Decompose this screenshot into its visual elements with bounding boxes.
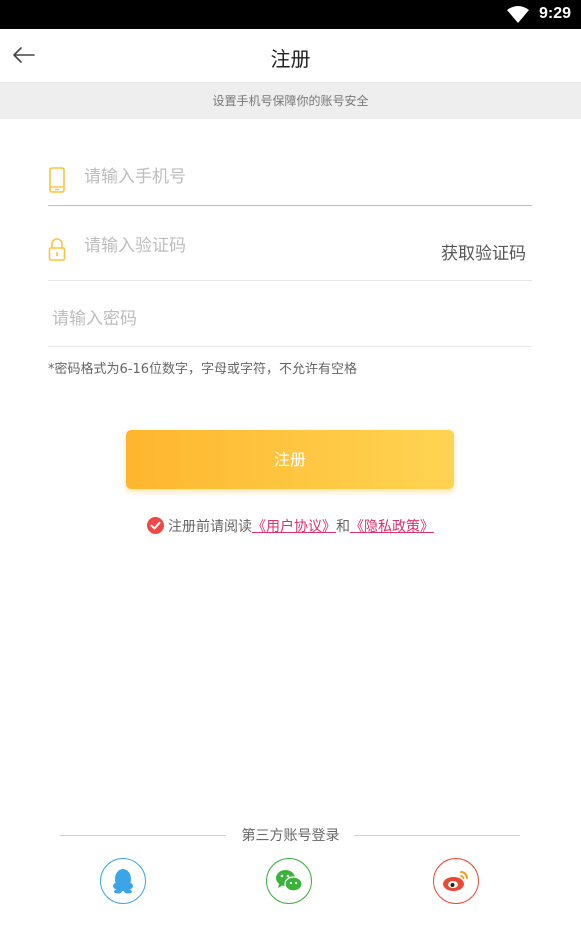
verification-code-input[interactable] bbox=[82, 235, 416, 257]
subtitle-bar: 设置手机号保障你的账号安全 bbox=[0, 83, 581, 119]
wechat-icon bbox=[276, 870, 303, 892]
wifi-icon bbox=[507, 6, 529, 27]
privacy-policy-link[interactable]: 《隐私政策》 bbox=[350, 519, 434, 535]
agreement-line: 注册前请阅读《用户协议》和《隐私政策》 bbox=[0, 516, 581, 536]
third-party-divider: 第三方账号登录 bbox=[0, 825, 581, 845]
password-field-row bbox=[48, 292, 532, 347]
password-hint: *密码格式为6-16位数字，字母或字符，不允许有空格 bbox=[48, 362, 358, 377]
weibo-icon bbox=[443, 871, 468, 891]
check-icon bbox=[150, 521, 161, 529]
get-code-button[interactable]: 获取验证码 bbox=[441, 239, 526, 264]
phone-input[interactable] bbox=[82, 166, 416, 188]
lock-icon bbox=[48, 237, 66, 263]
password-input[interactable] bbox=[50, 308, 384, 330]
agreement-and: 和 bbox=[336, 519, 350, 535]
status-time: 9:29 bbox=[538, 5, 571, 22]
agreement-checkbox[interactable] bbox=[147, 516, 164, 534]
divider-line-right bbox=[354, 835, 520, 836]
page-title: 注册 bbox=[270, 47, 311, 71]
status-bar: 9:29 bbox=[0, 0, 581, 29]
phone-icon bbox=[48, 167, 66, 193]
register-button[interactable]: 注册 bbox=[126, 430, 454, 489]
app-header: 注册 bbox=[0, 29, 581, 83]
qq-login-button[interactable] bbox=[100, 858, 146, 904]
weibo-login-button[interactable] bbox=[433, 858, 479, 904]
phone-field-row bbox=[48, 150, 532, 206]
wechat-login-button[interactable] bbox=[266, 858, 312, 904]
code-field-row: 获取验证码 bbox=[48, 220, 532, 281]
qq-icon bbox=[113, 869, 133, 894]
agreement-prefix: 注册前请阅读 bbox=[168, 519, 252, 535]
user-agreement-link[interactable]: 《用户协议》 bbox=[252, 519, 336, 535]
